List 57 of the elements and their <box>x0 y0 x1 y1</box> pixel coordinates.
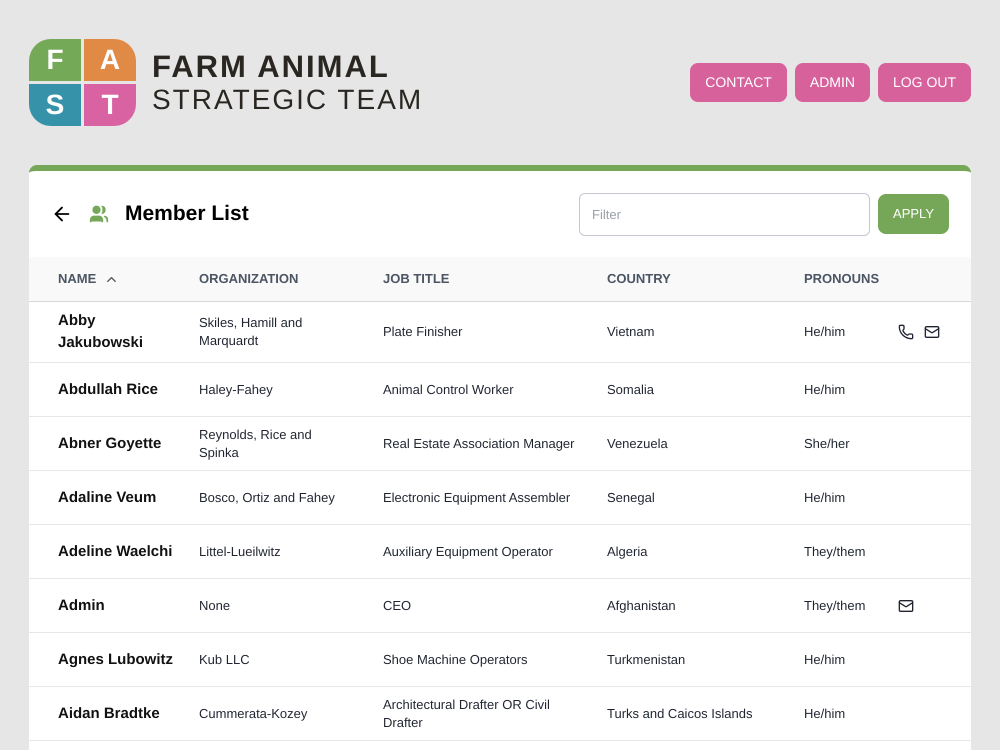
member-name: Agnes Lubowitz <box>58 650 174 670</box>
member-name: Adeline Waelchi <box>58 542 174 562</box>
member-name: Abner Goyette <box>58 434 162 454</box>
logo-tile: T <box>84 84 136 126</box>
pronouns-cell-text: He/him <box>804 323 846 341</box>
pronouns-cell-text: He/him <box>804 704 846 722</box>
job-title-cell-text: Architectural Drafter OR Civil Drafter <box>383 696 551 732</box>
job-title-cell-text: Shoe Machine Operators <box>383 650 529 668</box>
logo-subtitle: STRATEGIC TEAM <box>152 86 424 114</box>
country-cell-text: Vietnam <box>607 323 656 341</box>
column-header[interactable]: JOB TITLE <box>383 269 450 289</box>
organization-cell-text: Skiles, Hamill and Marquardt <box>199 314 304 350</box>
job-title-cell-text: Auxiliary Equipment Operator <box>383 542 554 560</box>
country-cell-text: Turks and Caicos Islands <box>607 704 754 722</box>
column-header[interactable]: PRONOUNS <box>804 269 880 289</box>
country-cell-text: Senegal <box>607 488 656 506</box>
pronouns-cell-text: She/her <box>804 434 851 452</box>
logo-tile: A <box>84 39 136 81</box>
organization-cell-text: Kub LLC <box>199 650 251 668</box>
mail-icon[interactable] <box>898 598 914 614</box>
organization-cell-text: Cummerata-Kozey <box>199 704 308 722</box>
column-header[interactable]: ORGANIZATION <box>199 269 298 289</box>
organization-cell-text: Haley-Fahey <box>199 380 274 398</box>
country-cell-text: Turkmenistan <box>607 650 686 668</box>
member-name: Adaline Veum <box>58 488 158 508</box>
pronouns-cell-text: He/him <box>804 650 846 668</box>
mail-icon[interactable] <box>924 324 940 340</box>
phone-icon[interactable] <box>898 324 914 340</box>
member-name: Abby Jakubowski <box>58 311 144 353</box>
job-title-cell-text: Plate Finisher <box>383 323 464 341</box>
job-title-cell-text: CEO <box>383 596 412 614</box>
panel-title: Member List <box>125 201 249 228</box>
country-cell-text: Venezuela <box>607 434 669 452</box>
country-cell-text: Afghanistan <box>607 596 677 614</box>
job-title-cell-text: Real Estate Association Manager <box>383 434 576 452</box>
filter-field[interactable]: Filter <box>579 192 870 236</box>
column-header[interactable]: NAME <box>58 269 96 289</box>
pronouns-cell-text: They/them <box>804 596 866 614</box>
member-name: Aidan Bradtke <box>58 704 161 724</box>
organization-cell-text: None <box>199 596 232 614</box>
job-title-cell-text: Animal Control Worker <box>383 380 515 398</box>
logo-tile: S <box>29 84 81 126</box>
country-cell-text: Somalia <box>607 380 655 398</box>
member-name: Abdullah Rice <box>58 380 160 400</box>
pronouns-cell-text: He/him <box>804 488 846 506</box>
organization-cell-text: Littel-Lueilwitz <box>199 542 282 560</box>
logo-tile: F <box>29 39 81 81</box>
organization-cell-text: Bosco, Ortiz and Fahey <box>199 488 336 506</box>
column-header[interactable]: COUNTRY <box>607 269 671 289</box>
organization-cell-text: Reynolds, Rice and Spinka <box>199 426 313 462</box>
pronouns-cell-text: They/them <box>804 542 866 560</box>
logo-title: FARM ANIMAL <box>152 51 391 82</box>
member-name: Admin <box>58 596 106 616</box>
country-cell-text: Algeria <box>607 542 648 560</box>
pronouns-cell-text: He/him <box>804 380 846 398</box>
people-icon <box>89 204 109 224</box>
job-title-cell-text: Electronic Equipment Assembler <box>383 488 572 506</box>
